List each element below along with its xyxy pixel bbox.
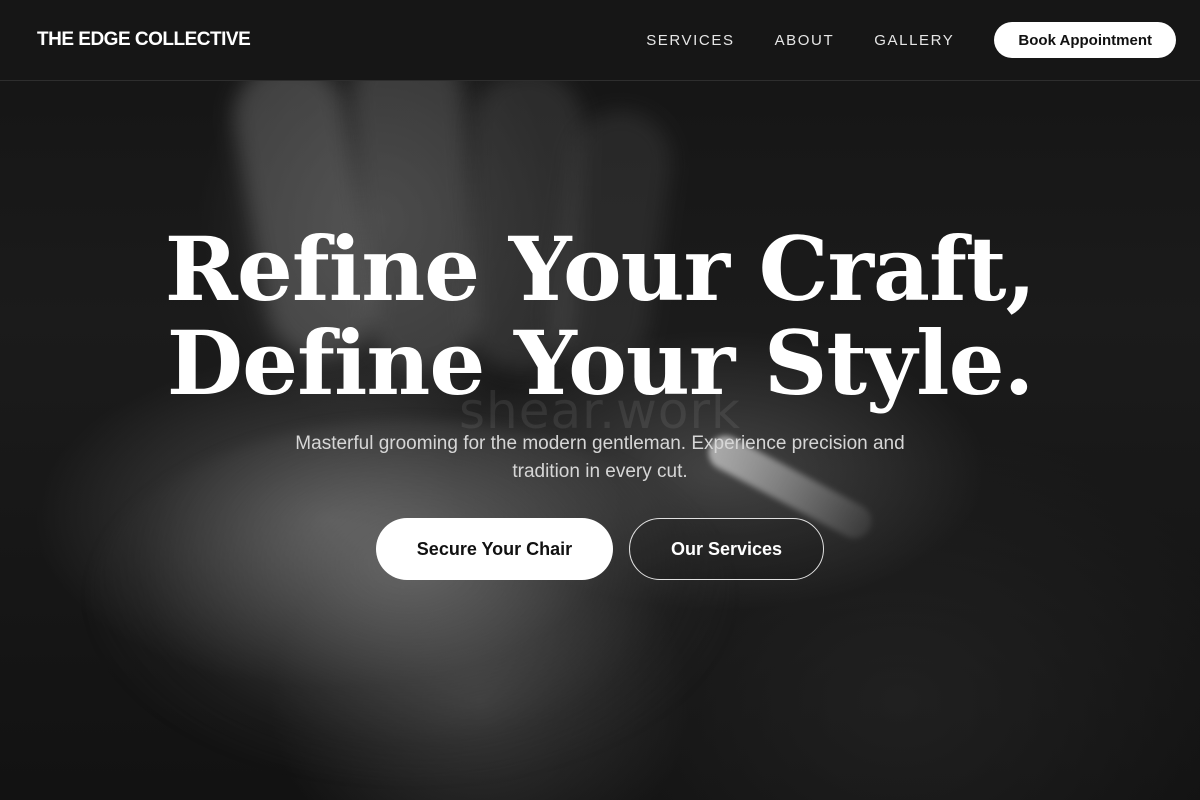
- hero-cta-group: Secure Your Chair Our Services: [0, 518, 1200, 580]
- book-appointment-button[interactable]: Book Appointment: [994, 22, 1176, 58]
- nav-link-gallery[interactable]: GALLERY: [874, 32, 954, 49]
- hero-subtext: Masterful grooming for the modern gentle…: [295, 433, 905, 482]
- hero-headline: Refine Your Craft, Define Your Style.: [0, 222, 1200, 410]
- site-header: THE EDGE COLLECTIVE SERVICES ABOUT GALLE…: [0, 0, 1200, 81]
- nav-link-about[interactable]: ABOUT: [775, 32, 835, 49]
- nav-link-services[interactable]: SERVICES: [646, 32, 734, 49]
- our-services-button[interactable]: Our Services: [629, 518, 824, 580]
- headline-line-2: Define Your Style.: [166, 311, 1034, 415]
- headline-line-1: Refine Your Craft,: [164, 217, 1036, 321]
- hero-section: Refine Your Craft, Define Your Style. Ma…: [0, 222, 1200, 580]
- main-nav: SERVICES ABOUT GALLERY Book Appointment: [646, 22, 1176, 58]
- secure-chair-button[interactable]: Secure Your Chair: [376, 518, 613, 580]
- brand-logo[interactable]: THE EDGE COLLECTIVE: [37, 29, 251, 51]
